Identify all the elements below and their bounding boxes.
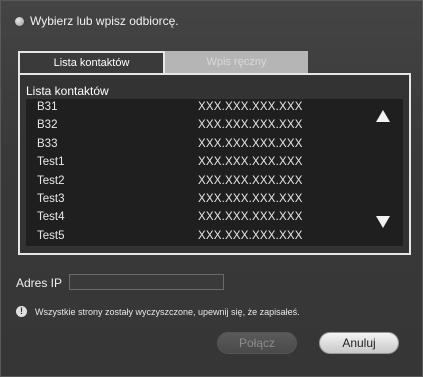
contact-row[interactable]: B32 XXX.XXX.XXX.XXX xyxy=(26,117,403,135)
notice-text: Wszystkie strony zostały wyczyszczone, u… xyxy=(35,306,300,317)
contact-row[interactable]: Test4 XXX.XXX.XXX.XXX xyxy=(26,209,403,227)
contact-name: B31 xyxy=(37,101,58,113)
contact-address: XXX.XXX.XXX.XXX xyxy=(198,192,303,205)
contact-address: XXX.XXX.XXX.XXX xyxy=(198,156,303,169)
contact-address: XXX.XXX.XXX.XXX xyxy=(198,119,303,132)
contact-name: Test3 xyxy=(37,192,65,205)
contact-address: XXX.XXX.XXX.XXX xyxy=(198,211,303,224)
contact-name: B32 xyxy=(37,119,58,132)
contact-name: Test5 xyxy=(37,229,65,242)
contact-row[interactable]: Test2 XXX.XXX.XXX.XXX xyxy=(26,173,403,191)
notice-message: ! Wszystkie strony zostały wyczyszczone,… xyxy=(16,306,300,317)
connect-button[interactable]: Połącz xyxy=(217,332,297,354)
scroll-down-icon[interactable] xyxy=(375,215,391,229)
contact-list-title: Lista kontaktów xyxy=(26,84,109,98)
contact-name: B33 xyxy=(37,137,58,150)
contact-name: Test2 xyxy=(37,174,65,187)
contact-list: B31 XXX.XXX.XXX.XXX B32 XXX.XXX.XXX.XXX … xyxy=(26,99,403,246)
contact-row[interactable]: Test5 XXX.XXX.XXX.XXX xyxy=(26,228,403,246)
dialog-header: Wybierz lub wpisz odbiorcę. xyxy=(15,14,179,28)
contact-row[interactable]: Test3 XXX.XXX.XXX.XXX xyxy=(26,191,403,209)
scroll-up-icon[interactable] xyxy=(375,109,391,123)
tab-contact-list-label: Lista kontaktów xyxy=(53,57,130,69)
cancel-button[interactable]: Anuluj xyxy=(319,332,399,354)
ip-address-label: Adres IP xyxy=(16,276,63,290)
tab-contact-list[interactable]: Lista kontaktów xyxy=(18,51,165,73)
tab-manual-entry-label: Wpis ręczny xyxy=(206,56,267,68)
contact-row[interactable]: B31 XXX.XXX.XXX.XXX xyxy=(26,99,403,117)
recipient-dialog: Wybierz lub wpisz odbiorcę. Lista kontak… xyxy=(0,0,423,377)
contact-row[interactable]: B33 XXX.XXX.XXX.XXX xyxy=(26,136,403,154)
exclamation-icon: ! xyxy=(16,306,27,317)
contact-row[interactable]: Test1 XXX.XXX.XXX.XXX xyxy=(26,154,403,172)
header-prompt: Wybierz lub wpisz odbiorcę. xyxy=(30,14,179,28)
contact-address: XXX.XXX.XXX.XXX xyxy=(198,101,303,113)
contact-address: XXX.XXX.XXX.XXX xyxy=(198,174,303,187)
contact-address: XXX.XXX.XXX.XXX xyxy=(198,137,303,150)
contact-address: XXX.XXX.XXX.XXX xyxy=(198,229,303,242)
bullet-icon xyxy=(15,16,24,26)
ip-address-field[interactable] xyxy=(69,274,224,290)
contact-name: Test1 xyxy=(37,156,65,169)
tab-manual-entry[interactable]: Wpis ręczny xyxy=(165,51,308,73)
contact-name: Test4 xyxy=(37,211,65,224)
contact-list-panel: Lista kontaktów B31 XXX.XXX.XXX.XXX B32 … xyxy=(18,73,411,255)
